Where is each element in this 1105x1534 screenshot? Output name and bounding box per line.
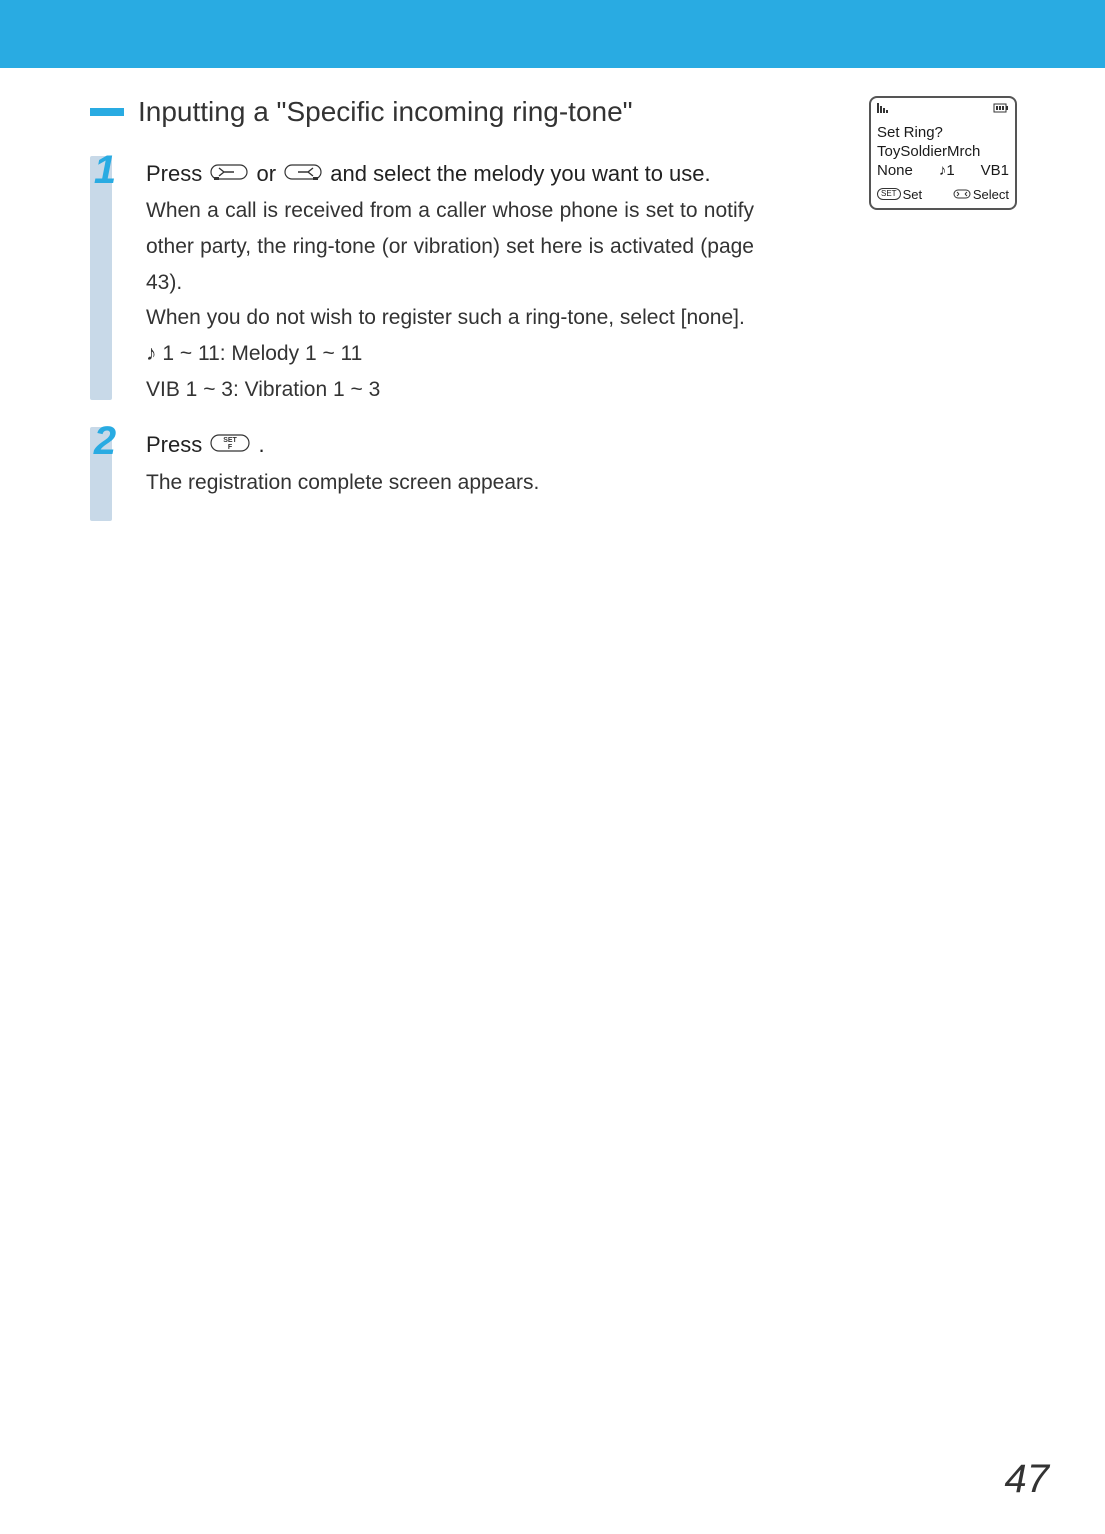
step-1-number: 1	[90, 148, 120, 193]
softkey-left-label: Set	[903, 187, 923, 202]
battery-icon	[993, 102, 1009, 116]
step-1-body-1: When a call is received from a caller wh…	[146, 193, 754, 300]
phone-opt-none: None	[877, 162, 913, 179]
step-2-number: 2	[90, 419, 120, 464]
right-arrow-key-icon	[284, 157, 322, 193]
step-1-lead-c: and select the melody you want to use.	[330, 161, 710, 186]
phone-screen-mock: Set Ring? ToySoldierMrch None ♪1 VB1 SET…	[869, 96, 1017, 210]
left-arrow-key-icon	[210, 157, 248, 193]
svg-text:F: F	[228, 444, 233, 451]
step-1-body-2: When you do not wish to register such a …	[146, 300, 754, 336]
step-1-melody-line: ♪ 1 ~ 11: Melody 1 ~ 11	[146, 336, 754, 372]
step-1-vib-line: VIB 1 ~ 3: Vibration 1 ~ 3	[146, 372, 754, 408]
music-note-icon: ♪	[146, 342, 157, 365]
step-2-lead-a: Press	[146, 432, 208, 457]
section-title: Inputting a "Specific incoming ring-tone…	[138, 96, 633, 128]
phone-opt-vb1: VB1	[981, 162, 1009, 179]
section-dash-icon	[90, 108, 124, 116]
step-1-lead: Press or and select th	[146, 156, 754, 193]
softkey-left: SET Set	[877, 187, 922, 202]
step-2-lead: Press SET F .	[146, 427, 754, 464]
step-1-lead-b: or	[256, 161, 282, 186]
softkey-right-label: Select	[973, 187, 1009, 202]
step-2: 2 Press SET F . The registration complet…	[90, 427, 1015, 500]
step-2-body-1: The registration complete screen appears…	[146, 465, 754, 501]
set-f-key-icon: SET F	[210, 428, 250, 464]
page-number: 47	[1005, 1457, 1050, 1502]
softkey-left-badge: SET	[877, 188, 901, 200]
svg-text:SET: SET	[224, 437, 238, 444]
arrows-lr-icon	[953, 187, 971, 202]
top-blue-bar	[0, 0, 1105, 68]
signal-icon	[877, 102, 891, 116]
step-2-lead-b: .	[258, 432, 264, 457]
phone-line2: ToySoldierMrch	[875, 143, 1011, 162]
softkey-right: Select	[953, 187, 1009, 202]
step-1-lead-a: Press	[146, 161, 208, 186]
phone-title: Set Ring?	[875, 124, 1011, 143]
phone-opt-m1: ♪1	[939, 162, 955, 179]
